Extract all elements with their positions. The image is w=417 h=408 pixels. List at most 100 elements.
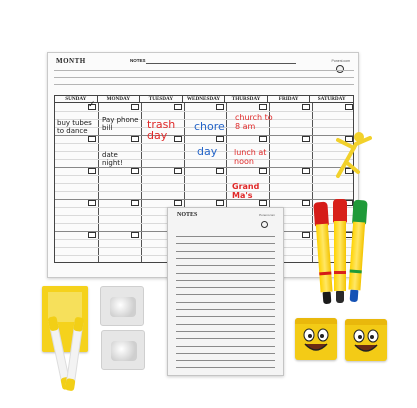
header-rule [54,84,354,85]
entry-sunday-text: buy tubes to dance [57,119,92,135]
marker-tip [349,289,359,303]
check-mark-icon: ✓ [87,99,96,109]
notes-writing-line [176,330,275,332]
date-box [173,200,182,206]
smiley-face-icon [261,221,268,228]
date-box [259,136,268,142]
date-box [87,232,96,238]
weekday-thursday: THURSDAY [225,96,268,102]
date-box [302,104,311,110]
pen-cap [73,316,85,332]
date-box [87,200,96,206]
notes-writing-line [176,360,275,362]
weekday-monday: MONDAY [98,96,141,102]
notes-writing-line [176,236,275,237]
notes-writing-line [176,265,275,267]
date-box [130,104,139,110]
date-box [130,200,139,206]
calendar-header: MONTH NOTES Poneni.com [48,53,358,95]
date-box [259,168,268,174]
marker-tip [322,291,332,305]
notes-writing-line [176,309,275,310]
pen-cap [64,378,76,392]
notes-writing-line [176,323,275,325]
marker-body [348,221,366,291]
notes-writing-line [176,345,275,347]
marker-cap [333,199,347,223]
notes-writing-line [176,367,275,369]
date-box [87,136,96,142]
weekday-header-row: SUNDAY MONDAY TUESDAY WEDNESDAY THURSDAY… [54,95,354,103]
writing-line [55,111,353,112]
entry-monday-2: date night! [102,151,123,167]
header-notes-label: NOTES [130,58,146,63]
smiley-face-icon [336,65,344,73]
date-box [259,200,268,206]
notes-writing-line [176,279,275,281]
magnet [110,297,136,317]
smiley-face-icon [353,329,379,352]
date-box [216,200,225,206]
yellow-stick-figure-icon [336,132,372,178]
weekday-wednesday: WEDNESDAY [183,96,226,102]
calendar-brand: Poneni.com [331,59,350,63]
date-box [216,136,225,142]
weekday-tuesday: TUESDAY [140,96,183,102]
date-box [302,232,311,238]
date-box [302,200,311,206]
entry-thursday-3: Grand Ma's [232,182,260,200]
magnet [111,341,137,361]
smiley-face-icon [303,328,329,351]
writing-line [55,143,353,144]
notes-writing-line [176,257,275,259]
writing-line [55,191,353,192]
entry-wednesday-1: chore [194,120,225,133]
weekday-friday: FRIDAY [268,96,311,102]
entry-thursday-2: lunch at noon [234,148,267,166]
smiley-eraser[interactable] [295,318,337,360]
notes-writing-line [176,301,275,303]
notes-writing-line [176,338,275,340]
smiley-eraser[interactable] [345,319,387,361]
writing-line [55,183,353,184]
header-rule [54,70,354,71]
notes-writing-line [176,316,275,318]
entry-thursday-1: church to 8 am [235,113,273,131]
date-box [173,104,182,110]
marker-tip [336,291,344,303]
notes-writing-line [176,272,275,274]
date-box [345,104,353,110]
writing-line [55,175,353,176]
weekday-saturday: SATURDAY [317,96,346,102]
date-box [216,104,225,110]
date-box [259,104,268,110]
notes-writing-line [176,243,275,245]
header-notes-line [146,63,296,64]
month-label: MONTH [56,57,86,65]
entry-sunday: buy tubes to dance [57,119,95,135]
notes-writing-line [176,294,275,296]
date-box [173,168,182,174]
date-box [302,168,311,174]
date-box [130,136,139,142]
notes-writing-line [176,250,275,252]
notes-brand: Poneni.com [259,213,275,217]
magnet-packet [100,286,144,326]
date-box [87,168,96,174]
writing-line [55,159,353,160]
header-rule [54,77,354,78]
marker-band [334,271,346,274]
date-box [130,232,139,238]
magnet-packet [101,330,145,370]
notes-writing-line [176,287,275,289]
entry-tuesday: trash day [147,118,176,142]
notes-writing-line [176,352,275,354]
notes-pad: NOTES Poneni.com [167,207,284,376]
date-box [302,136,311,142]
notes-title: NOTES [177,212,198,218]
marker-body [334,221,346,291]
entry-wednesday-2: day [197,145,218,158]
entry-monday-1: Pay phone bill [102,116,139,132]
date-box [216,168,225,174]
red-marker[interactable] [333,199,347,307]
